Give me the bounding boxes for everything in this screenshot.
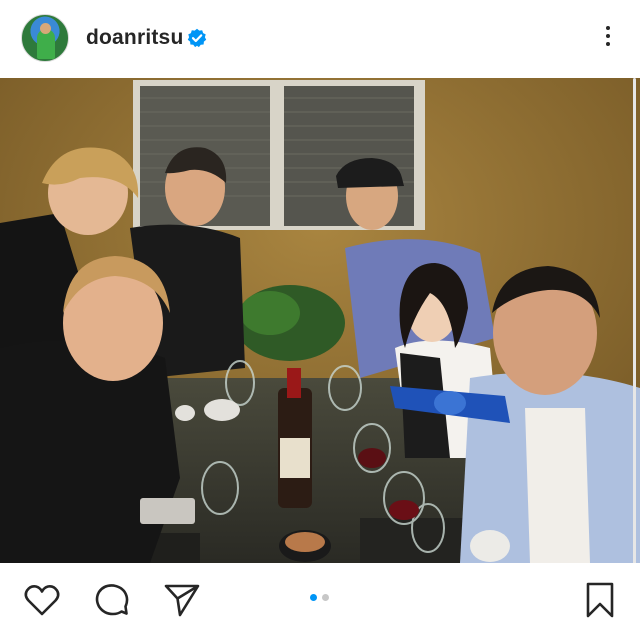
carousel-dot-1[interactable] [310,594,317,601]
heart-icon[interactable] [22,580,62,620]
scrollbar[interactable] [633,78,636,578]
profile-avatar[interactable] [21,14,69,62]
avatar-head [40,23,51,34]
post-header: doanritsu [0,0,640,78]
photo-illustration [0,78,640,563]
carousel-dot-2[interactable] [322,594,329,601]
send-icon[interactable] [162,580,202,620]
carousel-indicator [310,594,329,602]
comment-icon[interactable] [92,580,132,620]
bookmark-icon[interactable] [580,580,620,620]
verified-badge-icon [187,28,207,48]
username-link[interactable]: doanritsu [86,24,183,52]
more-options-icon[interactable] [598,22,618,52]
post-photo[interactable] [0,78,640,563]
